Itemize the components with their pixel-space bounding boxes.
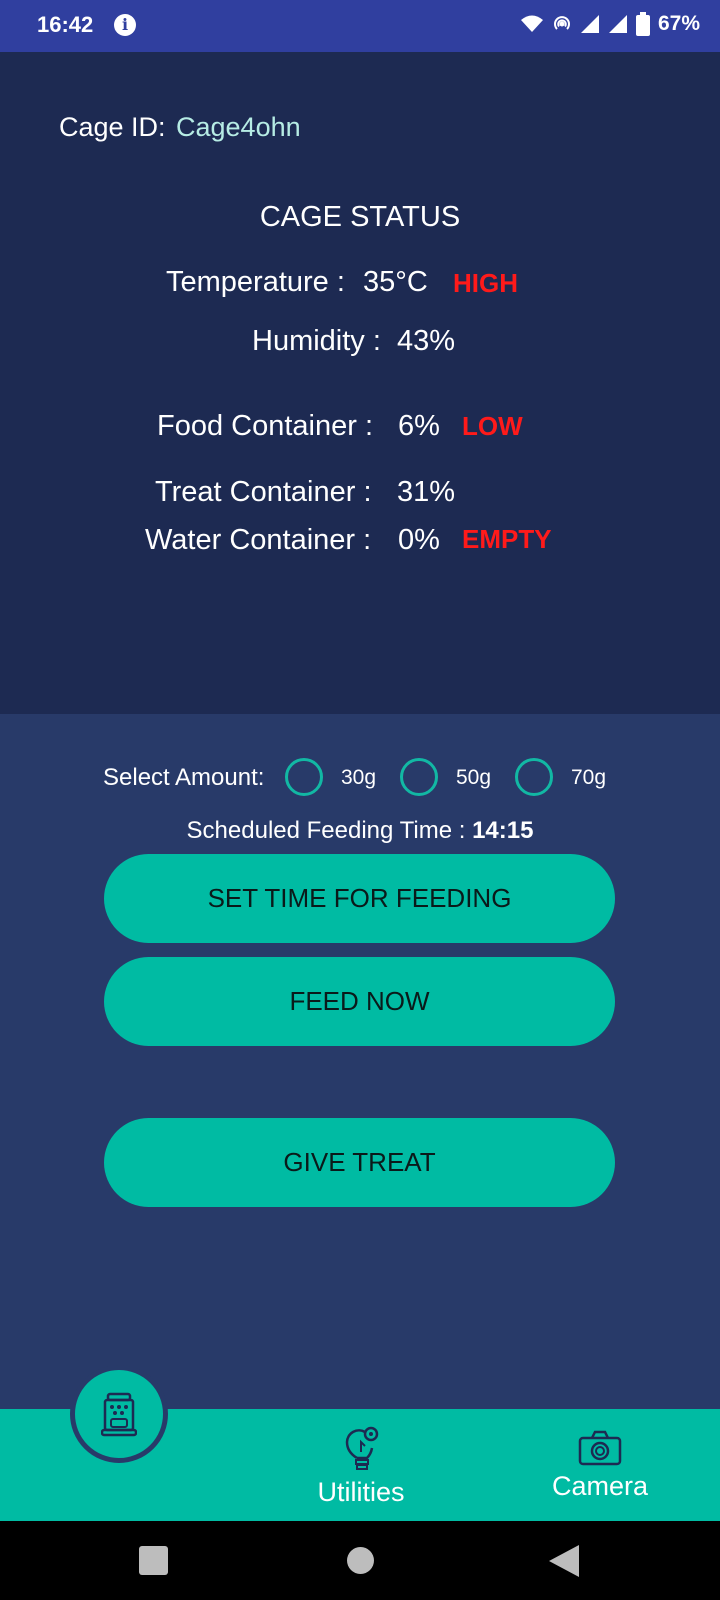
treat-container-label: Treat Container :	[155, 476, 372, 508]
nav-camera-label: Camera	[551, 1471, 649, 1501]
temperature-value: 35°C	[363, 266, 428, 298]
scheduled-feeding-label: Scheduled Feeding Time :	[186, 817, 466, 844]
signal-icon	[608, 15, 627, 33]
back-button[interactable]	[549, 1545, 579, 1577]
feeder-icon	[101, 1392, 137, 1437]
water-container-label: Water Container :	[145, 524, 372, 556]
signal-icon	[580, 15, 599, 33]
temperature-label: Temperature :	[166, 266, 345, 298]
status-bar: 16:42 i 67%	[0, 0, 720, 52]
status-icons: 67%	[520, 12, 700, 36]
cage-status-title: CAGE STATUS	[259, 201, 461, 233]
amount-option-label[interactable]: 70g	[571, 766, 606, 790]
nav-utilities[interactable]: Utilities	[303, 1424, 419, 1508]
amount-option-label[interactable]: 30g	[341, 766, 376, 790]
home-button[interactable]	[347, 1547, 374, 1574]
amount-radio-50g[interactable]	[400, 758, 438, 796]
camera-icon	[578, 1430, 622, 1466]
humidity-value: 43%	[397, 325, 456, 357]
info-icon: i	[114, 14, 136, 36]
feeder-home-button[interactable]	[70, 1365, 168, 1463]
feed-now-button[interactable]: FEED NOW	[104, 957, 615, 1046]
amount-radio-70g[interactable]	[515, 758, 553, 796]
scheduled-feeding-time: Scheduled Feeding Time : 14:15	[0, 817, 720, 845]
recents-button[interactable]	[139, 1546, 168, 1575]
cage-id-label: Cage ID:	[59, 112, 166, 142]
cage-id-value: Cage4ohn	[176, 112, 301, 142]
scheduled-feeding-value: 14:15	[472, 817, 534, 844]
wifi-icon	[520, 15, 543, 32]
battery-percent: 67%	[657, 12, 700, 35]
battery-icon	[635, 12, 650, 36]
nav-camera[interactable]: Camera	[540, 1430, 660, 1502]
select-amount-label: Select Amount:	[103, 764, 265, 791]
amount-option-label[interactable]: 50g	[456, 766, 491, 790]
nav-utilities-label: Utilities	[317, 1477, 405, 1507]
water-container-alert: EMPTY	[462, 524, 552, 554]
cage-status-panel	[0, 52, 720, 714]
food-container-value: 6%	[398, 410, 440, 442]
water-container-value: 0%	[398, 524, 440, 556]
set-time-button[interactable]: SET TIME FOR FEEDING	[104, 854, 615, 943]
humidity-label: Humidity :	[252, 325, 381, 357]
treat-container-value: 31%	[397, 476, 456, 508]
food-container-alert: LOW	[462, 411, 523, 441]
temperature-alert: HIGH	[453, 268, 518, 298]
amount-radio-30g[interactable]	[285, 758, 323, 796]
status-time: 16:42	[37, 12, 94, 37]
give-treat-button[interactable]: GIVE TREAT	[104, 1118, 615, 1207]
food-container-label: Food Container :	[157, 410, 374, 442]
hotspot-icon	[554, 16, 570, 30]
lightbulb-gear-icon	[345, 1426, 379, 1470]
